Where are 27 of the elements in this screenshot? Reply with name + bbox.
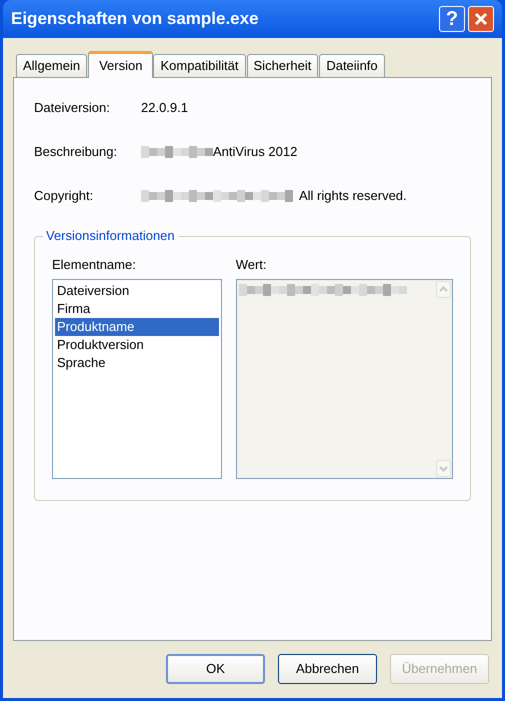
tab[interactable]: Allgemein [16,54,88,77]
window-title: Eigenschaften von sample.exe [11,8,260,30]
help-button[interactable]: ? [439,6,465,32]
list-item[interactable]: Firma [55,300,219,318]
field-label: Copyright: [34,187,94,206]
field-label: Beschreibung: [34,143,118,162]
tab[interactable]: Version [88,51,154,78]
dialog-button[interactable]: OK [166,654,265,684]
list-item[interactable]: Produktversion [55,336,219,354]
list-item[interactable]: Sprache [55,354,219,372]
scroll-up-icon[interactable] [436,280,451,298]
field-label: Dateiversion: [34,99,111,118]
tab[interactable]: Sicherheit [246,54,318,77]
tab[interactable]: Dateiinfo [319,54,385,77]
list-label: Elementname: [52,256,137,274]
scroll-down-icon[interactable] [436,460,451,476]
close-button[interactable] [468,6,494,32]
field-value: AntiVirus 2012 [213,143,298,162]
field-value: All rights reserved. [299,187,407,206]
list-label: Wert: [236,256,268,274]
redacted-mark [141,144,213,160]
list-item[interactable]: Produktname [55,318,219,336]
tab[interactable]: Kompatibilität [153,54,246,77]
dialog-button[interactable]: Abbrechen [278,654,377,684]
field-value: 22.0.9.1 [141,99,188,118]
close-icon [474,12,488,26]
list-item[interactable]: Dateiversion [55,282,219,300]
